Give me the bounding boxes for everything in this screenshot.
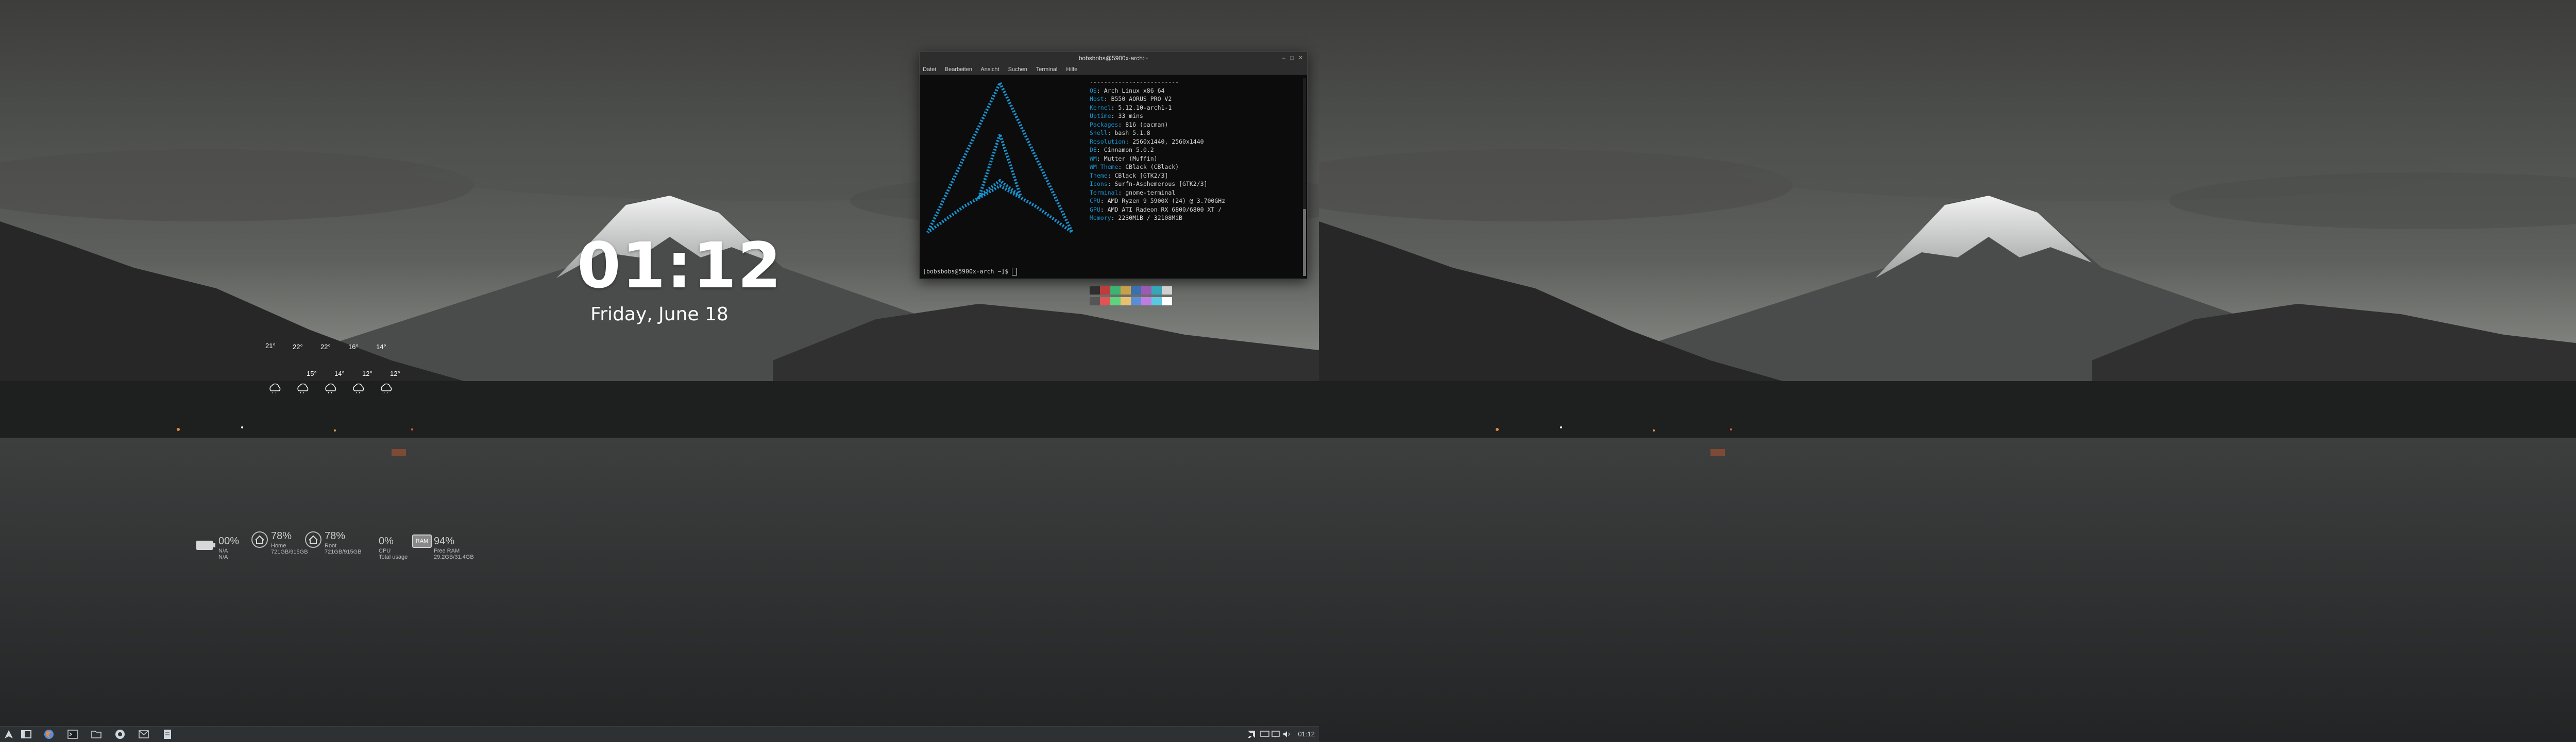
- neofetch-info: ------------------------- OS: Arch Linux…: [1090, 78, 1226, 221]
- color-swatch: [1141, 286, 1151, 295]
- color-swatch: [1162, 297, 1172, 305]
- root-disk-icon: [305, 531, 321, 548]
- weather-low-1: 15°: [307, 370, 317, 377]
- menu-icon[interactable]: [3, 729, 14, 739]
- weather-high-5: 14°: [376, 343, 386, 351]
- ram-chip-icon: RAM: [412, 534, 432, 548]
- ram-value: 94%: [434, 536, 455, 547]
- root-disk-label: Root: [325, 543, 337, 549]
- terminal-prompt[interactable]: [bobsbobs@5900x-arch ~]$: [923, 268, 1018, 275]
- notes-icon[interactable]: [162, 729, 173, 739]
- terminal-icon[interactable]: [67, 729, 78, 739]
- cloud-rain-icon: [297, 384, 309, 394]
- color-swatch: [1121, 297, 1131, 305]
- ram-usage: 29.2GB/31.4GB: [434, 554, 474, 560]
- home-disk-value: 78%: [271, 530, 292, 542]
- color-swatch: [1151, 286, 1162, 295]
- battery-line2: N/A: [218, 554, 228, 560]
- cpu-label: CPU: [379, 548, 391, 554]
- weather-high-2: 22°: [293, 343, 303, 351]
- terminal-scrollbar[interactable]: [1303, 78, 1306, 276]
- color-swatch: [1131, 286, 1141, 295]
- files-icon[interactable]: [21, 729, 32, 739]
- battery-value: 00%: [218, 536, 240, 547]
- cloud-rain-icon: [381, 384, 392, 394]
- taskbar-clock[interactable]: 01:12: [1298, 730, 1315, 738]
- arch-linux-logo: [926, 79, 1074, 234]
- menu-bearbeiten[interactable]: Bearbeiten: [945, 66, 972, 73]
- neofetch-separator: -------------------------: [1090, 78, 1179, 85]
- text-cursor: [1012, 268, 1018, 275]
- root-disk-value: 78%: [325, 530, 346, 542]
- display-tray-icon[interactable]: [1259, 729, 1270, 739]
- color-swatch: [1100, 297, 1110, 305]
- terminal-title: bobsbobs@5900x-arch:~: [1078, 55, 1148, 62]
- volume-icon[interactable]: [1282, 729, 1293, 739]
- weather-high-4: 16°: [348, 343, 359, 351]
- color-swatch: [1141, 297, 1151, 305]
- color-swatch: [1131, 297, 1141, 305]
- cloud-rain-icon: [325, 384, 336, 394]
- desktop-left: 01:12 Friday, June 18 21° 22° 22° 16° 14…: [0, 0, 1319, 726]
- cloud-rain-icon: [353, 384, 364, 394]
- maximize-icon[interactable]: □: [1290, 55, 1294, 61]
- color-swatch: [1100, 286, 1110, 295]
- chrome-icon[interactable]: [114, 729, 126, 739]
- menu-hilfe[interactable]: Hilfe: [1066, 66, 1077, 73]
- weather-high-3: 22°: [320, 343, 331, 351]
- color-swatch: [1110, 297, 1121, 305]
- battery-line1: N/A: [218, 548, 228, 554]
- wallpaper-mountain-lake: [1319, 0, 2576, 741]
- color-swatch: [1110, 286, 1121, 295]
- menu-suchen[interactable]: Suchen: [1008, 66, 1027, 73]
- desktop-date: Friday, June 18: [590, 304, 728, 325]
- desktop-right: [1319, 0, 2576, 741]
- color-swatch: [1121, 286, 1131, 295]
- menu-ansicht[interactable]: Ansicht: [980, 66, 999, 73]
- home-disk-usage: 721GB/915GB: [271, 549, 308, 555]
- mail-icon[interactable]: [138, 729, 149, 739]
- color-swatches: [1090, 286, 1172, 308]
- cpu-value: 0%: [379, 536, 394, 547]
- terminal-window[interactable]: bobsbobs@5900x-arch:~ – □ ✕ Datei Bearbe…: [919, 51, 1308, 305]
- minimize-icon[interactable]: –: [1282, 55, 1285, 61]
- taskbar: 01:12: [0, 726, 1319, 742]
- ram-widget: RAM 94% Free RAM 29.2GB/31.4GB: [412, 530, 489, 566]
- home-disk-icon: [251, 531, 268, 548]
- weather-low-4: 12°: [390, 370, 400, 377]
- firefox-icon[interactable]: [43, 729, 55, 739]
- menu-terminal[interactable]: Terminal: [1036, 66, 1058, 73]
- folder-icon[interactable]: [91, 729, 102, 739]
- amd-tray-icon[interactable]: [1246, 729, 1257, 739]
- color-swatch: [1090, 297, 1100, 305]
- weather-low-2: 14°: [334, 370, 345, 377]
- color-swatch: [1162, 286, 1172, 295]
- battery-icon: [196, 541, 215, 550]
- desktop-clock: 01:12: [577, 229, 783, 302]
- root-disk-widget: 78% Root 721GB/915GB: [304, 530, 371, 566]
- battery-widget: 00% N/A N/A: [196, 530, 258, 566]
- menu-datei[interactable]: Datei: [923, 66, 936, 73]
- close-icon[interactable]: ✕: [1298, 55, 1303, 61]
- weather-high-1: 21°: [265, 342, 276, 350]
- root-disk-usage: 721GB/915GB: [325, 549, 362, 555]
- weather-low-3: 12°: [362, 370, 372, 377]
- network-tray-icon[interactable]: [1270, 729, 1282, 739]
- ram-label: Free RAM: [434, 548, 460, 554]
- color-swatch: [1090, 286, 1100, 295]
- cloud-rain-icon: [269, 384, 281, 394]
- home-disk-label: Home: [271, 543, 286, 549]
- terminal-titlebar[interactable]: bobsbobs@5900x-arch:~ – □ ✕: [920, 52, 1307, 64]
- cpu-sublabel: Total usage: [379, 554, 408, 560]
- terminal-menubar: Datei Bearbeiten Ansicht Suchen Terminal…: [920, 64, 1307, 75]
- color-swatch: [1151, 297, 1162, 305]
